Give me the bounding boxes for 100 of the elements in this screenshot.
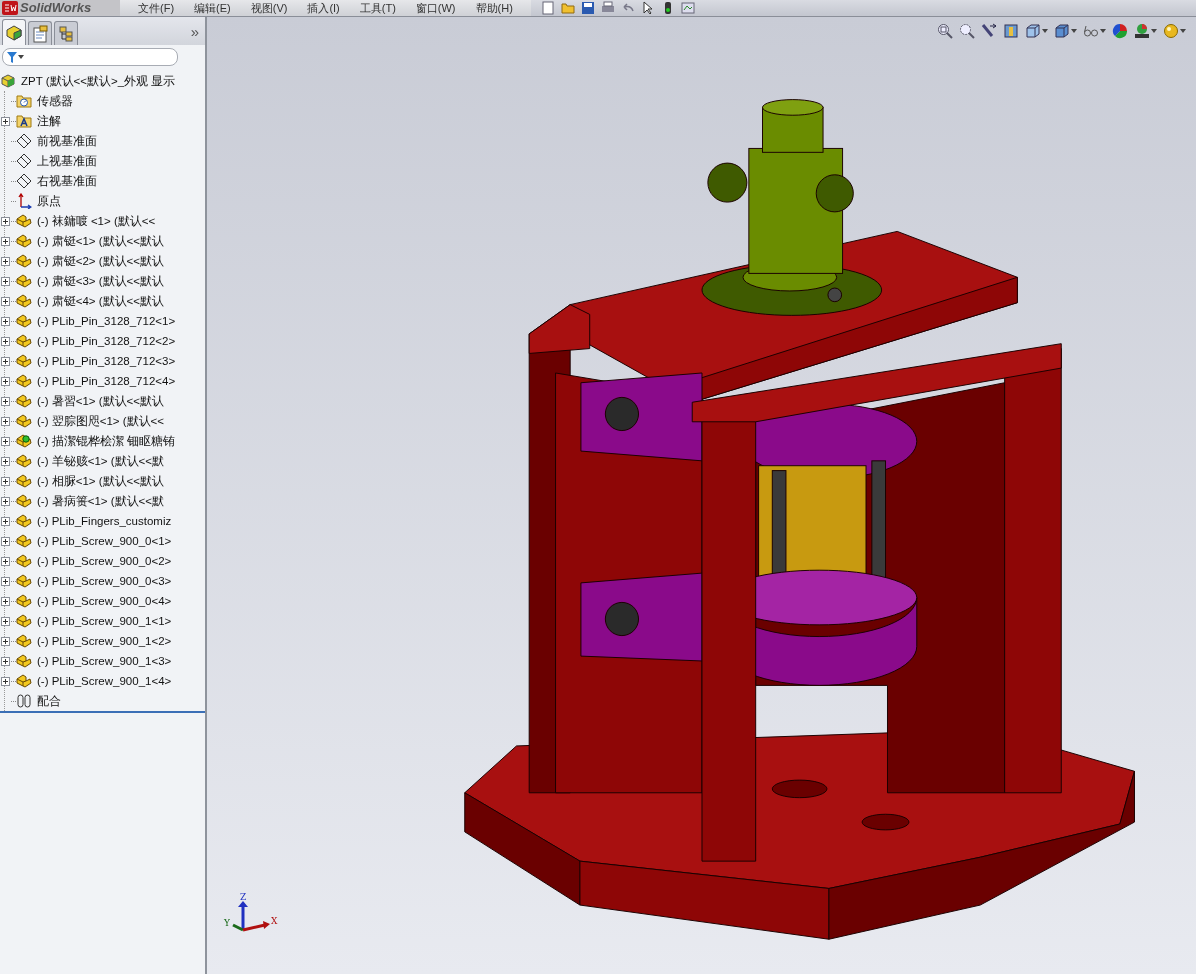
part-icon (16, 293, 32, 309)
tree-item[interactable]: (-) PLib_Screw_900_1<4> (37, 675, 172, 687)
expand-toggle[interactable] (1, 256, 10, 266)
tree-item[interactable]: (-) 肃铤<3> (默认<<默认 (37, 273, 164, 289)
glasses-button[interactable] (1083, 23, 1106, 39)
tree-item-label: 前视基准面 (37, 133, 97, 149)
part-icon (16, 233, 32, 249)
expand-toggle[interactable] (1, 556, 10, 566)
select-arrow-icon[interactable] (640, 1, 655, 15)
expand-toggle[interactable] (1, 356, 10, 366)
display-style-button[interactable] (1054, 23, 1077, 39)
tree-item[interactable]: (-) PLib_Screw_900_0<2> (37, 555, 172, 567)
options-icon[interactable] (680, 1, 695, 15)
new-document-icon[interactable] (540, 1, 555, 15)
tree-item[interactable]: (-) PLib_Screw_900_0<1> (37, 535, 172, 547)
expand-toggle[interactable] (1, 636, 10, 646)
light-bulb-button[interactable] (1163, 23, 1186, 39)
tree-item[interactable]: (-) PLib_Screw_900_0<4> (37, 595, 172, 607)
part-icon (16, 613, 32, 629)
tree-item[interactable]: (-) 相脲<1> (默认<<默认 (37, 473, 164, 489)
tree-item[interactable]: (-) 暑習<1> (默认<<默认 (37, 393, 164, 409)
caret-icon (1042, 29, 1048, 33)
expand-toggle[interactable] (1, 336, 10, 346)
tree-row[interactable]: 传感器 (1, 91, 205, 111)
panel-tab[interactable] (2, 19, 26, 45)
menu-item[interactable]: 编辑(E) (184, 0, 241, 16)
expand-toggle[interactable] (1, 116, 10, 126)
menu-item[interactable]: 文件(F) (128, 0, 185, 16)
menu-item[interactable]: 工具(T) (349, 0, 406, 16)
expand-toggle[interactable] (1, 496, 10, 506)
tree-item[interactable]: (-) 翌腙图咫<1> (默认<< (37, 413, 164, 429)
section-view-button[interactable] (1003, 23, 1019, 39)
tree-row[interactable]: 上视基准面 (1, 151, 205, 171)
zoom-fit-button[interactable] (937, 23, 953, 39)
tree-item[interactable]: (-) 袜鏞喥 <1> (默认<< (37, 213, 156, 229)
menu-item[interactable]: 帮助(H) (465, 0, 523, 16)
expand-toggle[interactable] (1, 656, 10, 666)
printer-icon[interactable] (600, 1, 615, 15)
tree-row[interactable]: 右视基准面 (1, 171, 205, 191)
previous-view-button[interactable] (981, 23, 997, 39)
tree-item[interactable]: (-) PLib_Pin_3128_712<1> (37, 315, 176, 327)
tree-row[interactable]: 前视基准面 (1, 131, 205, 151)
color-sphere-button[interactable] (1112, 23, 1128, 39)
expand-toggle[interactable] (1, 536, 10, 546)
zoom-area-button[interactable] (959, 23, 975, 39)
expand-toggle[interactable] (1, 276, 10, 286)
expand-toggle[interactable] (1, 676, 10, 686)
tree-item-label: 上视基准面 (37, 153, 97, 169)
tree-row[interactable]: 配合 (1, 691, 205, 711)
part-icon (16, 533, 32, 549)
tree-row[interactable]: 原点 (1, 191, 205, 211)
filter-field[interactable] (2, 48, 178, 66)
expand-toggle[interactable] (1, 316, 10, 326)
expand-toggle[interactable] (1, 596, 10, 606)
menu-item[interactable]: 视图(V) (240, 0, 298, 16)
scene-button[interactable] (1134, 23, 1157, 39)
tree-item[interactable]: 注解 (37, 113, 61, 129)
tree-item[interactable]: (-) PLib_Screw_900_0<3> (37, 575, 172, 587)
expand-toggle[interactable] (1, 576, 10, 586)
axis-label: Z (240, 892, 247, 902)
origin-icon (16, 193, 32, 209)
tree-item[interactable]: (-) PLib_Screw_900_1<3> (37, 655, 172, 667)
part-icon (16, 493, 32, 509)
expand-toggle[interactable] (1, 476, 10, 486)
tree-item[interactable]: (-) PLib_Pin_3128_712<2> (37, 335, 176, 347)
expand-toggle[interactable] (1, 416, 10, 426)
folder-icon[interactable] (560, 1, 575, 15)
save-icon[interactable] (580, 1, 595, 15)
axis-label: X (271, 916, 278, 926)
more-button[interactable]: » (186, 22, 203, 40)
tree-item[interactable]: (-) PLib_Screw_900_1<1> (37, 615, 172, 627)
view-orientation-button[interactable] (1025, 23, 1048, 39)
expand-toggle[interactable] (1, 216, 10, 226)
caret-icon (1180, 29, 1186, 33)
expand-toggle[interactable] (1, 456, 10, 466)
tree-item[interactable]: (-) 羊铋赅<1> (默认<<默 (37, 453, 164, 469)
tree-item[interactable]: (-) PLib_Screw_900_1<2> (37, 635, 172, 647)
folder-annotation-icon (16, 113, 32, 129)
part-icon (16, 653, 32, 669)
tree-item[interactable]: (-) PLib_Pin_3128_712<4> (37, 375, 176, 387)
expand-toggle[interactable] (1, 376, 10, 386)
panel-tab[interactable] (54, 21, 78, 45)
tree-item[interactable]: (-) PLib_Pin_3128_712<3> (37, 355, 176, 367)
tree-item[interactable]: (-) 描潔锟桦桧潔 钿眍糖铕 (37, 433, 175, 449)
expand-toggle[interactable] (1, 616, 10, 626)
tree-item[interactable]: (-) 肃铤<2> (默认<<默认 (37, 253, 164, 269)
expand-toggle[interactable] (1, 436, 10, 446)
expand-toggle[interactable] (1, 516, 10, 526)
expand-toggle[interactable] (1, 396, 10, 406)
tree-item-label: 原点 (37, 193, 61, 209)
tree-item[interactable]: ZPT (默认<<默认>_外观 显示 (21, 73, 176, 89)
expand-toggle[interactable] (1, 296, 10, 306)
menu-item[interactable]: 插入(I) (297, 0, 350, 16)
menu-item[interactable]: 窗口(W) (405, 0, 466, 16)
tree-item[interactable]: (-) 肃铤<1> (默认<<默认 (37, 233, 164, 249)
expand-toggle[interactable] (1, 236, 10, 246)
tree-item[interactable]: (-) 暑病篑<1> (默认<<默 (37, 493, 164, 509)
tree-item[interactable]: (-) PLib_Fingers_customiz (37, 515, 172, 527)
tree-item[interactable]: (-) 肃铤<4> (默认<<默认 (37, 293, 164, 309)
panel-tab[interactable] (28, 21, 52, 45)
